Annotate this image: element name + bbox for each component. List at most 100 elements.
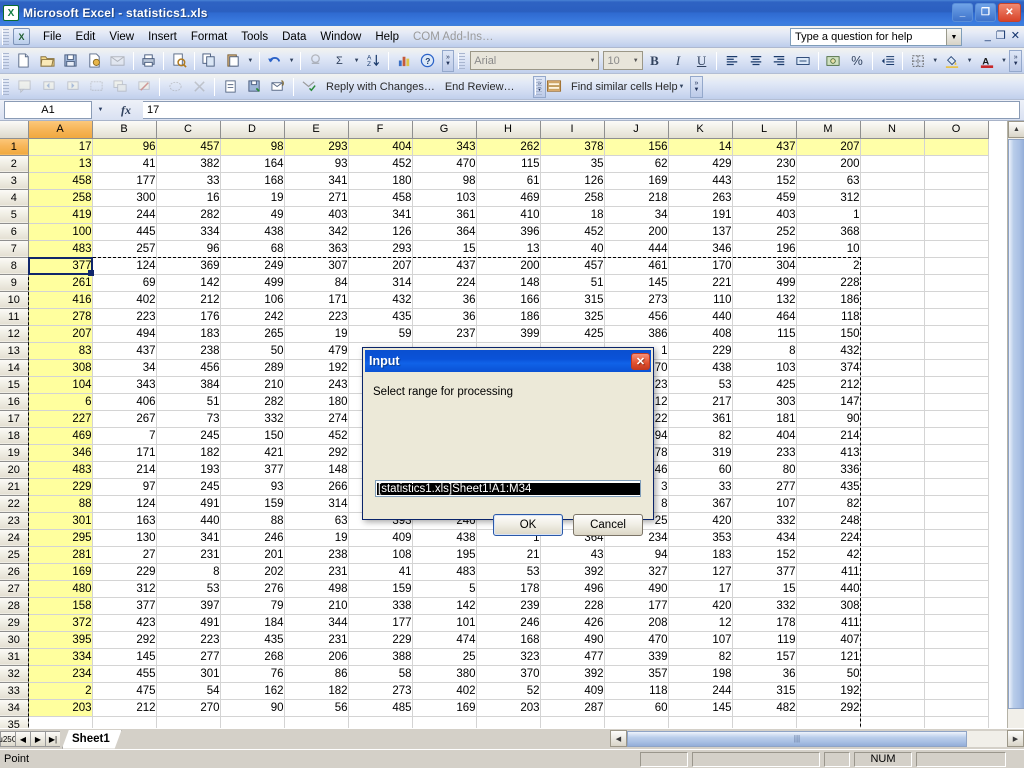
help-icon[interactable]: ? [417, 50, 439, 72]
cell-N15[interactable] [860, 376, 925, 394]
cell-C6[interactable]: 334 [156, 223, 221, 241]
cell-M33[interactable]: 192 [796, 682, 861, 700]
cell-O16[interactable] [924, 393, 989, 411]
cell-O26[interactable] [924, 563, 989, 581]
cell-A34[interactable]: 203 [28, 699, 93, 717]
document-icon[interactable]: X [13, 28, 30, 45]
cell-I35[interactable] [540, 716, 605, 728]
cell-O11[interactable] [924, 308, 989, 326]
row-header-35[interactable]: 35 [0, 716, 29, 728]
cell-E32[interactable]: 86 [284, 665, 349, 683]
cell-M29[interactable]: 411 [796, 614, 861, 632]
cell-E17[interactable]: 274 [284, 410, 349, 428]
cell-A18[interactable]: 469 [28, 427, 93, 445]
cell-N24[interactable] [860, 529, 925, 547]
cell-J1[interactable]: 156 [604, 138, 669, 156]
cell-H32[interactable]: 370 [476, 665, 541, 683]
cell-B24[interactable]: 130 [92, 529, 157, 547]
cell-H30[interactable]: 168 [476, 631, 541, 649]
cell-K32[interactable]: 198 [668, 665, 733, 683]
cell-D26[interactable]: 202 [220, 563, 285, 581]
cell-A27[interactable]: 480 [28, 580, 93, 598]
cell-O15[interactable] [924, 376, 989, 394]
cell-M1[interactable]: 207 [796, 138, 861, 156]
cell-J25[interactable]: 94 [604, 546, 669, 564]
cell-G2[interactable]: 470 [412, 155, 477, 173]
cell-O6[interactable] [924, 223, 989, 241]
cell-I11[interactable]: 325 [540, 308, 605, 326]
cell-A24[interactable]: 295 [28, 529, 93, 547]
cell-E15[interactable]: 243 [284, 376, 349, 394]
cell-D27[interactable]: 276 [220, 580, 285, 598]
cell-E1[interactable]: 293 [284, 138, 349, 156]
row-header-6[interactable]: 6 [0, 223, 29, 241]
cell-I26[interactable]: 392 [540, 563, 605, 581]
cell-M26[interactable]: 411 [796, 563, 861, 581]
cell-A28[interactable]: 158 [28, 597, 93, 615]
cell-L28[interactable]: 332 [732, 597, 797, 615]
cell-C23[interactable]: 440 [156, 512, 221, 530]
cell-I4[interactable]: 258 [540, 189, 605, 207]
menu-item-tools[interactable]: Tools [234, 28, 275, 46]
cell-N28[interactable] [860, 597, 925, 615]
cell-I6[interactable]: 452 [540, 223, 605, 241]
currency-button[interactable] [823, 50, 845, 72]
row-header-31[interactable]: 31 [0, 648, 29, 666]
menu-item-view[interactable]: View [102, 28, 141, 46]
cell-F10[interactable]: 432 [348, 291, 413, 309]
cell-L35[interactable] [732, 716, 797, 728]
cell-A9[interactable]: 261 [28, 274, 93, 292]
column-header-m[interactable]: M [796, 121, 861, 139]
cell-M5[interactable]: 1 [796, 206, 861, 224]
cell-J4[interactable]: 218 [604, 189, 669, 207]
range-input[interactable]: [statistics1.xls]Sheet1!A1:M34 [375, 480, 641, 497]
column-header-a[interactable]: A [28, 121, 93, 139]
cell-H25[interactable]: 21 [476, 546, 541, 564]
ok-button[interactable]: OK [493, 514, 563, 536]
last-sheet-button[interactable]: ▶| [45, 731, 60, 747]
cell-O25[interactable] [924, 546, 989, 564]
cell-J26[interactable]: 327 [604, 563, 669, 581]
cell-H34[interactable]: 203 [476, 699, 541, 717]
cell-C8[interactable]: 369 [156, 257, 221, 275]
cell-F27[interactable]: 159 [348, 580, 413, 598]
paste-icon[interactable] [222, 50, 244, 72]
cell-K34[interactable]: 145 [668, 699, 733, 717]
cell-B27[interactable]: 312 [92, 580, 157, 598]
cell-J29[interactable]: 208 [604, 614, 669, 632]
cell-E22[interactable]: 314 [284, 495, 349, 513]
cell-K24[interactable]: 353 [668, 529, 733, 547]
cell-G35[interactable] [412, 716, 477, 728]
cell-M15[interactable]: 212 [796, 376, 861, 394]
cell-L26[interactable]: 377 [732, 563, 797, 581]
cell-B17[interactable]: 267 [92, 410, 157, 428]
cell-O30[interactable] [924, 631, 989, 649]
cell-F8[interactable]: 207 [348, 257, 413, 275]
formula-input[interactable]: 17 [143, 101, 1020, 119]
cell-E25[interactable]: 238 [284, 546, 349, 564]
cell-B14[interactable]: 34 [92, 359, 157, 377]
cell-D33[interactable]: 162 [220, 682, 285, 700]
cell-O22[interactable] [924, 495, 989, 513]
cell-E31[interactable]: 206 [284, 648, 349, 666]
cell-M23[interactable]: 248 [796, 512, 861, 530]
cell-B1[interactable]: 96 [92, 138, 157, 156]
cell-L17[interactable]: 181 [732, 410, 797, 428]
align-left-button[interactable] [721, 50, 743, 72]
cell-M17[interactable]: 90 [796, 410, 861, 428]
cell-C31[interactable]: 277 [156, 648, 221, 666]
cell-C28[interactable]: 397 [156, 597, 221, 615]
cell-I25[interactable]: 43 [540, 546, 605, 564]
cell-H6[interactable]: 396 [476, 223, 541, 241]
borders-button[interactable] [907, 50, 929, 72]
find-similar-cells-label[interactable]: Find similar cells [566, 81, 657, 93]
cell-L4[interactable]: 459 [732, 189, 797, 207]
doc-restore-button[interactable]: ❐ [996, 29, 1006, 42]
autosum-icon[interactable]: Σ [329, 50, 351, 72]
row-header-12[interactable]: 12 [0, 325, 29, 343]
cell-L24[interactable]: 434 [732, 529, 797, 547]
row-header-3[interactable]: 3 [0, 172, 29, 190]
cell-E7[interactable]: 363 [284, 240, 349, 258]
cell-G7[interactable]: 15 [412, 240, 477, 258]
cell-L3[interactable]: 152 [732, 172, 797, 190]
